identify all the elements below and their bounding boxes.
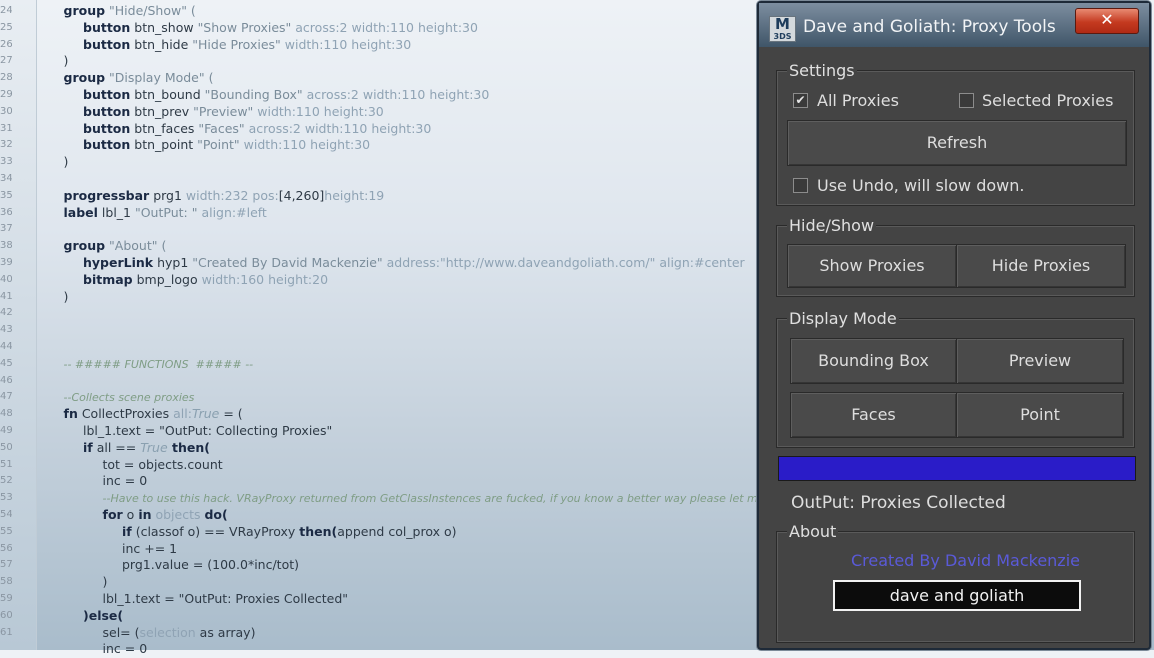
code-line: button btn_bound "Bounding Box" across:2… <box>83 87 490 102</box>
line-number: 35 <box>0 189 12 201</box>
line-number: 30 <box>0 105 12 117</box>
line-number: 40 <box>0 273 12 285</box>
line-number: 60 <box>0 609 12 621</box>
close-button[interactable]: ✕ <box>1075 8 1139 34</box>
line-number: 29 <box>0 89 12 100</box>
code-line: bitmap bmp_logo width:160 height:20 <box>83 271 329 287</box>
code-line: group "Hide/Show" ( <box>63 3 196 18</box>
code-line: ) <box>102 574 108 590</box>
display-mode-group-title: Display Mode <box>787 309 899 329</box>
code-line: )else( <box>83 607 124 623</box>
line-number: 36 <box>0 206 12 218</box>
code-line: button btn_point "Point" width:110 heigh… <box>83 137 371 153</box>
code-line: button btn_faces "Faces" across:2 width:… <box>83 120 432 136</box>
code-line: button btn_hide "Hide Proxies" width:110… <box>83 36 412 52</box>
code-line: fn CollectProxies all:True = ( <box>63 406 243 422</box>
line-number: 31 <box>0 122 12 134</box>
line-number: 28 <box>0 72 12 84</box>
line-number: 50 <box>0 441 12 453</box>
line-number: 44 <box>0 341 12 352</box>
all-proxies-checkbox[interactable]: ✔ <box>793 93 808 108</box>
code-line: --Have to use this hack. VRayProxy retur… <box>102 492 798 506</box>
use-undo-checkbox[interactable] <box>793 178 808 193</box>
line-number: 53 <box>0 492 12 504</box>
line-number: 49 <box>0 425 12 436</box>
code-line: ) <box>63 288 69 304</box>
line-number: 61 <box>0 626 12 638</box>
line-number: 37 <box>0 223 12 235</box>
line-number: 45 <box>0 357 12 369</box>
code-line: label lbl_1 "OutPut: " align:#left <box>63 204 267 220</box>
bounding-box-button[interactable]: Bounding Box <box>790 338 957 384</box>
selected-proxies-checkbox[interactable] <box>959 93 974 108</box>
use-undo-label[interactable]: Use Undo, will slow down. <box>817 176 1024 195</box>
line-number: 52 <box>0 475 12 487</box>
progress-bar <box>778 456 1136 481</box>
line-number: 33 <box>0 156 12 168</box>
dave-and-goliath-logo: dave and goliath <box>833 580 1081 611</box>
about-group-title: About <box>787 522 839 542</box>
code-line: progressbar prg1 width:232 pos:[4,260]he… <box>63 187 385 203</box>
line-number: 42 <box>0 307 12 319</box>
hide-proxies-button[interactable]: Hide Proxies <box>956 244 1126 288</box>
line-number: 48 <box>0 408 12 420</box>
code-line: sel= (selection as array) <box>102 624 256 640</box>
code-line: button btn_prev "Preview" width:110 heig… <box>83 103 384 119</box>
line-number: 46 <box>0 374 12 386</box>
show-proxies-button[interactable]: Show Proxies <box>787 244 957 288</box>
line-number-gutter: 24 25 26 27 28 29 30 31 32 33 34 35 36 37 38 39 40 41 42 43… <box>0 0 37 650</box>
hide-show-group-title: Hide/Show <box>787 216 877 236</box>
line-number: 38 <box>0 240 12 252</box>
code-line: lbl_1.text = "OutPut: Proxies Collected" <box>102 591 349 606</box>
line-number: 27 <box>0 55 12 67</box>
settings-group-title: Settings <box>787 61 857 81</box>
line-number: 56 <box>0 542 12 554</box>
line-number: 25 <box>0 21 12 33</box>
progress-bar-fill <box>779 457 1135 480</box>
code-line: group "Display Mode" ( <box>63 70 214 86</box>
line-number: 43 <box>0 324 12 336</box>
all-proxies-label[interactable]: All Proxies <box>817 91 899 110</box>
3dsmax-app-icon: M 3DS <box>769 16 796 42</box>
line-number: 55 <box>0 525 12 537</box>
code-line: if (classof o) == VRayProxy then(append … <box>122 523 457 539</box>
code-line: button btn_show "Show Proxies" across:2 … <box>83 19 478 35</box>
created-by-hyperlink[interactable]: Created By David Mackenzie <box>851 551 1080 570</box>
line-number: 32 <box>0 139 12 151</box>
line-number: 47 <box>0 391 12 403</box>
code-line: prg1.value = (100.0*inc/tot) <box>122 557 299 573</box>
faces-button[interactable]: Faces <box>790 392 957 438</box>
line-number: 39 <box>0 257 12 268</box>
output-label: OutPut: Proxies Collected <box>791 493 1006 513</box>
dialog-title: Dave and Goliath: Proxy Tools <box>803 17 1056 37</box>
preview-button[interactable]: Preview <box>956 338 1124 384</box>
line-number: 59 <box>0 593 12 604</box>
code-line: for o in objects do( <box>102 507 228 522</box>
proxy-tools-dialog: M 3DS Dave and Goliath: Proxy Tools ✕ Set… <box>757 1 1151 650</box>
line-number: 26 <box>0 38 12 50</box>
code-line: --Collects scene proxies <box>63 391 195 405</box>
line-number: 34 <box>0 173 12 184</box>
code-line: hyperLink hyp1 "Created By David Mackenz… <box>83 255 745 270</box>
line-number: 57 <box>0 559 12 571</box>
title-bar[interactable]: M 3DS Dave and Goliath: Proxy Tools ✕ <box>759 3 1149 47</box>
line-number: 41 <box>0 290 12 302</box>
code-line: if all == True then( <box>83 439 210 455</box>
code-line: lbl_1.text = "OutPut: Collecting Proxies… <box>83 423 333 438</box>
line-number: 51 <box>0 458 12 470</box>
code-line: ) <box>63 154 69 170</box>
line-number: 58 <box>0 576 12 588</box>
code-line: inc = 0 <box>102 473 148 489</box>
code-line: inc += 1 <box>122 540 178 556</box>
line-number: 54 <box>0 509 12 520</box>
point-button[interactable]: Point <box>956 392 1124 438</box>
dialog-client: Settings ✔ All Proxies Selected Proxies … <box>765 49 1143 644</box>
line-number: 24 <box>0 5 12 16</box>
refresh-button[interactable]: Refresh <box>787 120 1127 166</box>
code-line: -- ##### FUNCTIONS ##### -- <box>63 357 254 371</box>
code-line: group "About" ( <box>63 238 167 254</box>
selected-proxies-label[interactable]: Selected Proxies <box>982 91 1113 110</box>
code-line: tot = objects.count <box>102 456 223 472</box>
code-line: ) <box>63 53 69 69</box>
